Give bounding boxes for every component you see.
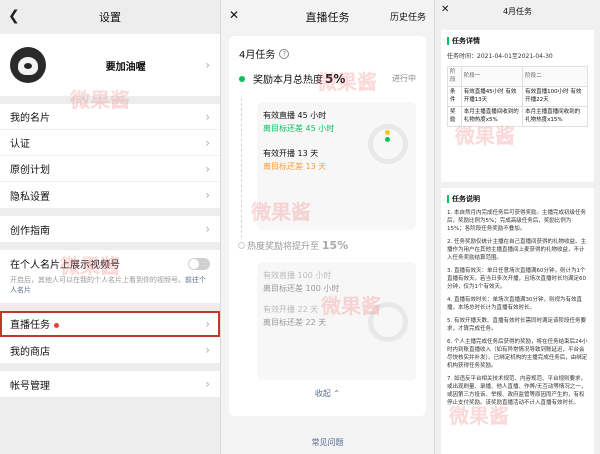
collapse-button[interactable]: 收起 ⌃ <box>229 388 426 399</box>
settings-item-verify[interactable]: 认证 › <box>0 130 220 156</box>
settings-group-b: 创作指南 › <box>0 216 220 242</box>
settings-item-card[interactable]: 我的名片 › <box>0 104 220 130</box>
stage-dot-icon <box>239 75 245 82</box>
chevron-right-icon: › <box>205 161 210 176</box>
unread-dot <box>54 322 59 328</box>
progress-ring <box>368 124 408 164</box>
close-icon[interactable]: ✕ <box>441 4 449 15</box>
page-title: 4月任务 <box>502 6 533 16</box>
avatar <box>10 47 46 83</box>
chevron-right-icon: › <box>205 316 210 331</box>
progress-ring <box>368 302 408 342</box>
stage-table: 阶段 阶段一 阶段二 条件 有效直播45小时 有效开播13天 有效直播100小时… <box>447 66 588 127</box>
page-title: 设置 <box>99 11 121 24</box>
chevron-right-icon: › <box>205 343 210 357</box>
live-topbar: ✕ 直播任务 历史任务 <box>221 0 434 34</box>
chevron-right-icon: › <box>205 58 210 72</box>
chevron-right-icon: › <box>205 222 210 236</box>
help-icon[interactable]: ? <box>279 48 290 59</box>
settings-item-account[interactable]: 帐号管理 › <box>0 371 220 397</box>
close-icon[interactable]: ✕ <box>229 8 239 22</box>
profile-name: 要加油喔 <box>105 61 146 73</box>
rules-text: 1. 本自然月内完成任务后可获得奖励。主播完成初级任务后，奖励比例为5%；完成高… <box>447 210 588 406</box>
chevron-right-icon: › <box>205 135 210 150</box>
stage-circle-icon <box>238 242 245 249</box>
task-hours: 有效直播 45 小时 <box>263 111 327 120</box>
reward-stage-2: 热度奖励将提升至 15% <box>247 239 349 252</box>
task-period: 任务时间：2021-04-01至2021-04-30 <box>447 53 553 60</box>
settings-item-privacy[interactable]: 隐私设置 › <box>0 182 220 208</box>
stage-1-tasks: 有效直播 45 小时 离目标还差 45 小时 有效开播 13 天 离目标还差 1… <box>257 102 416 230</box>
stage-2-tasks: 有效直播 100 小时 离目标还差 100 小时 有效开播 22 天 离目标还差… <box>257 262 416 380</box>
settings-item-original[interactable]: 原创计划 › <box>0 156 220 182</box>
task-rules-section: 任务说明 1. 本自然月内完成任务后可获得奖励。主播完成初级任务后，奖励比例为5… <box>441 188 594 454</box>
profile-row[interactable]: 要加油喔 › <box>0 34 220 96</box>
task-hours: 有效直播 100 小时 <box>263 271 332 280</box>
history-tasks-link[interactable]: 历史任务 <box>390 10 426 23</box>
settings-group-d: 帐号管理 › <box>0 371 220 397</box>
chevron-right-icon: › <box>205 109 210 124</box>
settings-item-shop[interactable]: 我的商店 › <box>0 337 220 363</box>
task-detail-section: 任务详情 任务时间：2021-04-01至2021-04-30 阶段 阶段一 阶… <box>441 30 594 182</box>
settings-topbar: ❮ 设置 <box>0 0 220 34</box>
status-badge: 进行中 <box>392 74 416 83</box>
chevron-right-icon: › <box>205 188 210 202</box>
toggle-description: 开启后，其他人可以在我的个人名片上看到你的视频号。前往个人名片 <box>10 276 206 294</box>
detail-topbar: ✕ 4月任务 <box>435 0 600 22</box>
toggle-label: 在个人名片上展示视频号 <box>10 260 120 271</box>
task-detail-panel: ✕ 4月任务 任务详情 任务时间：2021-04-01至2021-04-30 阶… <box>435 0 600 454</box>
section-marker <box>447 37 449 45</box>
live-task-panel: ✕ 直播任务 历史任务 4月任务 ? 奖励本月总热度 5% 进行中 有效直播 4… <box>221 0 434 454</box>
chevron-right-icon: › <box>205 377 210 391</box>
faq-link[interactable]: 常见问题 <box>221 437 434 448</box>
show-channel-toggle[interactable] <box>188 257 210 270</box>
settings-toggle-section: 在个人名片上展示视频号 开启后，其他人可以在我的个人名片上看到你的视频号。前往个… <box>0 250 220 303</box>
settings-item-guide[interactable]: 创作指南 › <box>0 216 220 242</box>
month-title: 4月任务 <box>239 50 276 61</box>
settings-item-live-task[interactable]: 直播任务 › <box>0 311 220 337</box>
page-title: 直播任务 <box>305 11 350 24</box>
task-card: 4月任务 ? 奖励本月总热度 5% 进行中 有效直播 45 小时 离目标还差 4… <box>229 36 426 416</box>
section-title: 任务说明 <box>452 195 480 203</box>
back-icon[interactable]: ❮ <box>8 8 20 24</box>
section-marker <box>447 195 449 203</box>
settings-group-c: 直播任务 › 我的商店 › <box>0 311 220 363</box>
section-title: 任务详情 <box>452 37 480 45</box>
reward-stage-1: 奖励本月总热度 5% 进行中 <box>239 71 416 86</box>
timeline-line <box>241 98 242 238</box>
task-hours-status: 离目标还差 100 小时 <box>263 284 340 293</box>
chevron-up-icon: ⌃ <box>333 389 341 398</box>
settings-group-a: 我的名片 › 认证 › 原创计划 › 隐私设置 › <box>0 104 220 208</box>
settings-panel: ❮ 设置 要加油喔 › 我的名片 › 认证 › 原创计划 › 隐私设置 › 创作… <box>0 0 220 454</box>
